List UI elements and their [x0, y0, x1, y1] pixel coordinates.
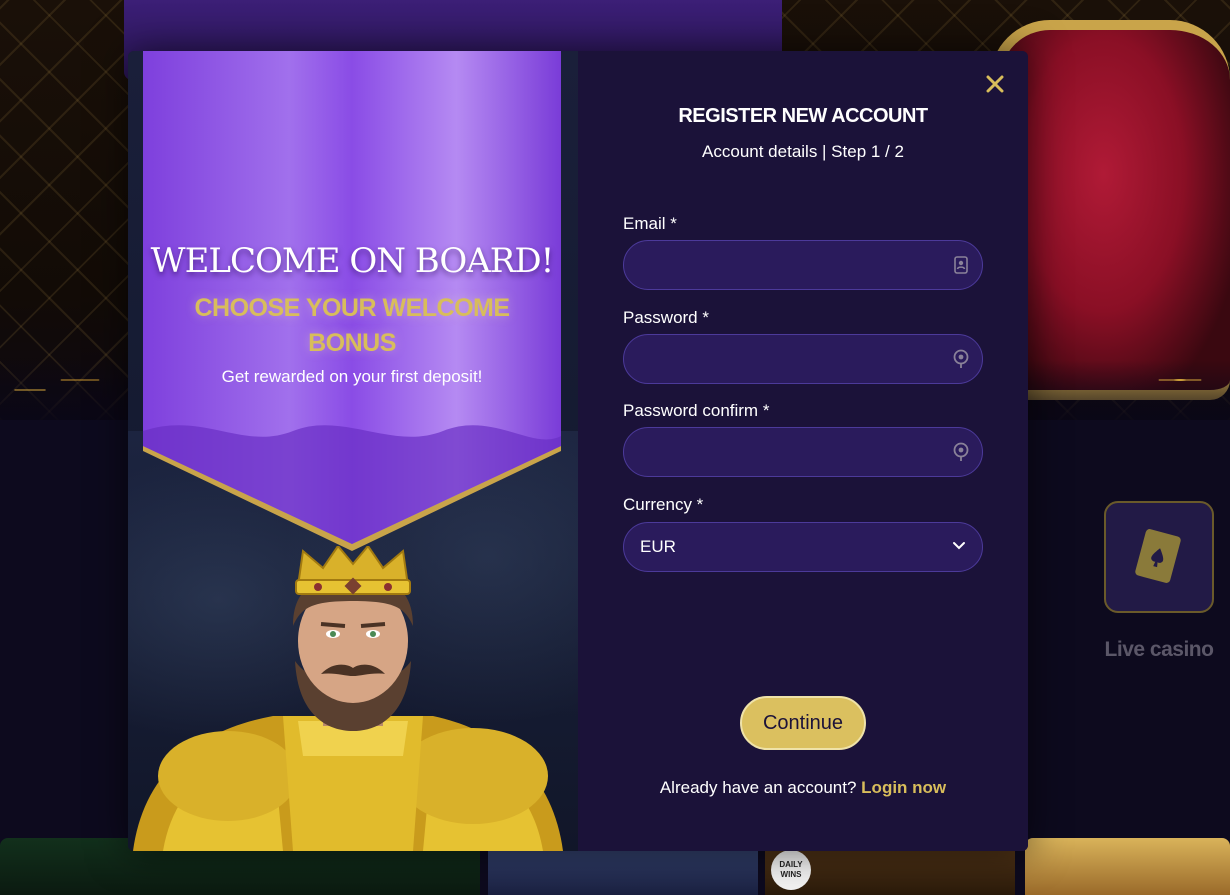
contact-card-icon — [950, 254, 972, 276]
daily-wins-badge: DAILY WINS — [771, 850, 811, 890]
login-prompt-text: Already have an account? — [659, 778, 857, 797]
welcome-title: WELCOME ON BOARD! — [150, 241, 555, 281]
live-casino-label[interactable]: Live casino — [1104, 638, 1214, 662]
register-step: Account details | Step 1 / 2 — [702, 142, 904, 161]
chevron-down-icon — [953, 542, 965, 550]
password-field[interactable] — [624, 335, 982, 383]
playing-card-icon — [1135, 529, 1181, 583]
login-prompt-line: Already have an account? Login now — [578, 778, 1028, 798]
key-icon[interactable] — [950, 348, 972, 370]
key-icon[interactable] — [950, 441, 972, 463]
password-confirm-label: Password confirm * — [623, 401, 770, 420]
login-now-link[interactable]: Login now — [861, 778, 946, 797]
currency-label: Currency * — [623, 495, 704, 514]
king-illustration — [133, 546, 563, 851]
register-modal: WELCOME ON BOARD! CHOOSE YOUR WELCOME BO… — [128, 51, 1028, 851]
password-confirm-field-wrapper — [623, 427, 983, 477]
password-field-wrapper — [623, 334, 983, 384]
password-label: Password * — [623, 308, 709, 327]
continue-button[interactable]: Continue — [740, 696, 866, 750]
password-confirm-field[interactable] — [624, 428, 982, 476]
bonus-subtitle: Get rewarded on your first deposit! — [221, 367, 483, 386]
register-title: REGISTER NEW ACCOUNT — [678, 105, 928, 127]
email-label: Email * — [623, 214, 677, 233]
currency-select[interactable]: EUR — [623, 522, 983, 572]
game-thumbnail[interactable] — [1025, 838, 1230, 895]
currency-selected-value: EUR — [640, 537, 676, 556]
email-field-wrapper — [623, 240, 983, 290]
choose-bonus-heading: CHOOSE YOUR WELCOME BONUS — [194, 294, 510, 357]
live-casino-tile[interactable] — [1104, 501, 1214, 613]
email-field[interactable] — [624, 241, 982, 289]
promo-panel: WELCOME ON BOARD! CHOOSE YOUR WELCOME BO… — [128, 51, 578, 851]
register-form-panel: REGISTER NEW ACCOUNT Account details | S… — [578, 51, 1028, 851]
close-icon — [986, 75, 1004, 93]
close-button[interactable] — [982, 71, 1008, 97]
